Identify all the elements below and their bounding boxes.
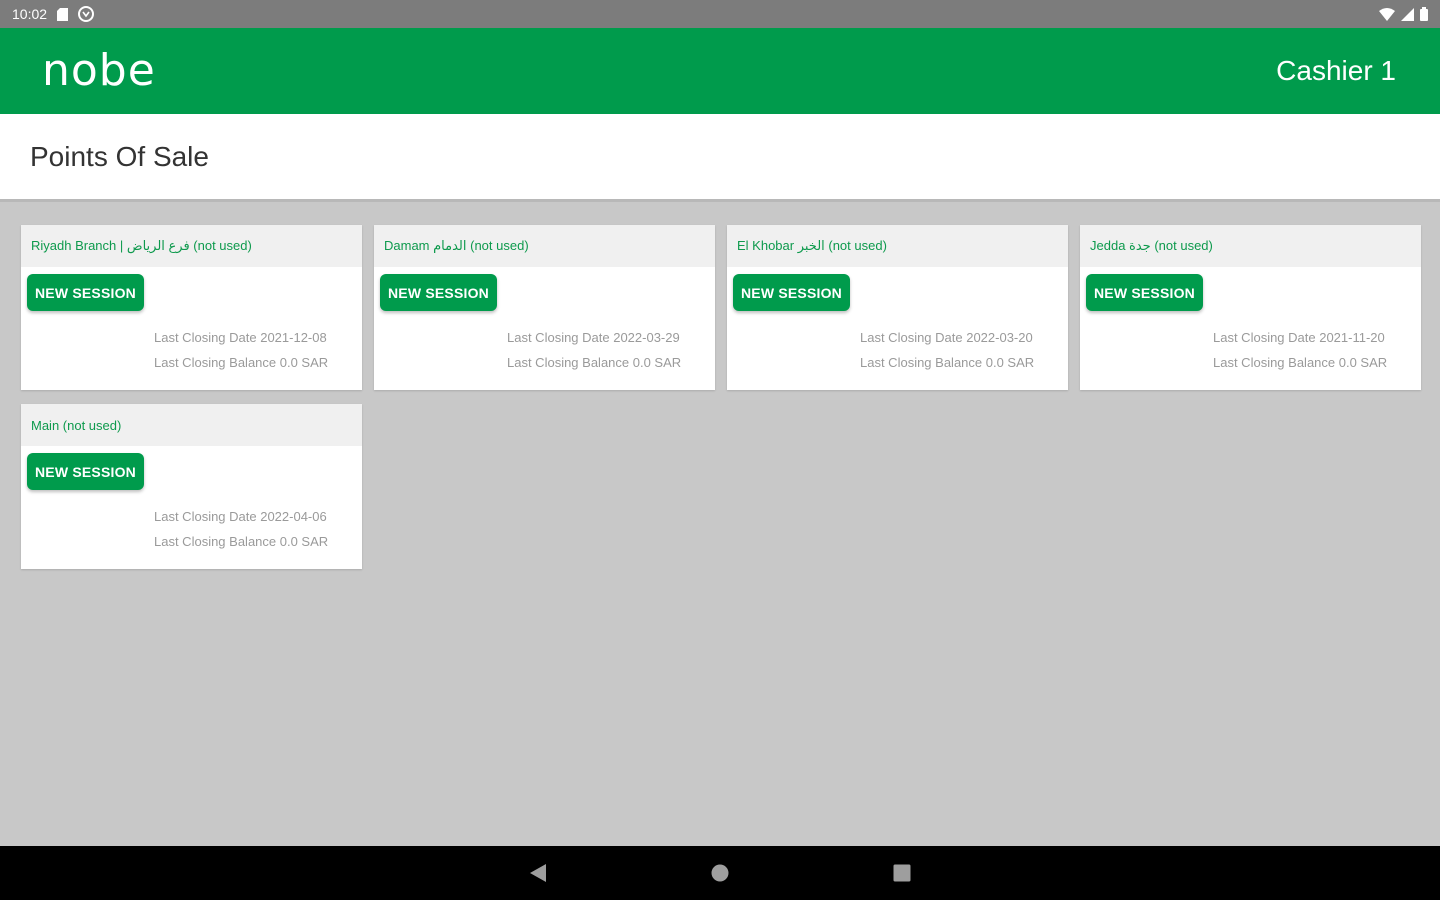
- last-closing-date: Last Closing Date 2022-03-29: [507, 330, 680, 345]
- pos-grid: Riyadh Branch | فرع الرياض (not used) NE…: [21, 225, 1421, 569]
- status-time: 10:02: [12, 6, 48, 22]
- pos-card-info: Last Closing Date 2021-12-08 Last Closin…: [154, 325, 328, 375]
- pos-card-body: NEW SESSION Last Closing Date 2022-03-20…: [727, 267, 1068, 390]
- status-bar: 10:02: [0, 0, 1440, 28]
- pos-card-body: NEW SESSION Last Closing Date 2021-11-20…: [1080, 267, 1421, 390]
- page-title: Points Of Sale: [30, 140, 209, 172]
- pos-card-info: Last Closing Date 2022-04-06 Last Closin…: [154, 504, 328, 554]
- last-closing-balance: Last Closing Balance 0.0 SAR: [507, 355, 682, 370]
- sync-icon: [78, 6, 95, 22]
- last-closing-balance: Last Closing Balance 0.0 SAR: [154, 355, 329, 370]
- battery-icon: [1420, 7, 1428, 21]
- new-session-button[interactable]: NEW SESSION: [1086, 274, 1203, 311]
- last-closing-balance: Last Closing Balance 0.0 SAR: [154, 534, 329, 549]
- status-right: [1379, 7, 1428, 21]
- new-session-button[interactable]: NEW SESSION: [27, 453, 144, 490]
- pos-card: Damam الدمام (not used) NEW SESSION Last…: [374, 225, 715, 390]
- pos-card-title: Riyadh Branch | فرع الرياض (not used): [21, 225, 362, 267]
- signal-icon: [1401, 7, 1414, 21]
- cashier-name[interactable]: Cashier 1: [1276, 55, 1396, 87]
- last-closing-balance: Last Closing Balance 0.0 SAR: [1213, 355, 1388, 370]
- pos-card: Main (not used) NEW SESSION Last Closing…: [21, 404, 362, 569]
- pos-card-body: NEW SESSION Last Closing Date 2021-12-08…: [21, 267, 362, 390]
- new-session-button[interactable]: NEW SESSION: [733, 274, 850, 311]
- pos-card-body: NEW SESSION Last Closing Date 2022-04-06…: [21, 446, 362, 569]
- last-closing-date: Last Closing Date 2021-11-20: [1213, 330, 1385, 345]
- recents-icon[interactable]: [889, 860, 915, 886]
- last-closing-date: Last Closing Date 2022-04-06: [154, 509, 327, 524]
- pos-card-info: Last Closing Date 2021-11-20 Last Closin…: [1213, 325, 1387, 375]
- pos-card: El Khobar الخبر (not used) NEW SESSION L…: [727, 225, 1068, 390]
- last-closing-date: Last Closing Date 2022-03-20: [860, 330, 1033, 345]
- nobe-logo: nobe: [42, 45, 156, 96]
- wifi-icon: [1379, 7, 1395, 21]
- navigation-bar: [0, 846, 1440, 900]
- content-area: Riyadh Branch | فرع الرياض (not used) NE…: [0, 205, 1440, 846]
- pos-card-title: Main (not used): [21, 404, 362, 446]
- pos-card-info: Last Closing Date 2022-03-20 Last Closin…: [860, 325, 1034, 375]
- home-icon[interactable]: [707, 860, 733, 886]
- pos-card-title: Jedda جدة (not used): [1080, 225, 1421, 267]
- new-session-button[interactable]: NEW SESSION: [27, 274, 144, 311]
- pos-card: Riyadh Branch | فرع الرياض (not used) NE…: [21, 225, 362, 390]
- new-session-button[interactable]: NEW SESSION: [380, 274, 497, 311]
- pos-card-info: Last Closing Date 2022-03-29 Last Closin…: [507, 325, 681, 375]
- sd-card-icon: [57, 7, 69, 21]
- app-header: nobe Cashier 1: [0, 28, 1440, 114]
- last-closing-date: Last Closing Date 2021-12-08: [154, 330, 327, 345]
- pos-card-title: Damam الدمام (not used): [374, 225, 715, 267]
- pos-card-title: El Khobar الخبر (not used): [727, 225, 1068, 267]
- back-icon[interactable]: [525, 860, 551, 886]
- last-closing-balance: Last Closing Balance 0.0 SAR: [860, 355, 1035, 370]
- pos-card: Jedda جدة (not used) NEW SESSION Last Cl…: [1080, 225, 1421, 390]
- title-bar: Points Of Sale: [0, 114, 1440, 202]
- status-left: 10:02: [12, 6, 95, 22]
- pos-card-body: NEW SESSION Last Closing Date 2022-03-29…: [374, 267, 715, 390]
